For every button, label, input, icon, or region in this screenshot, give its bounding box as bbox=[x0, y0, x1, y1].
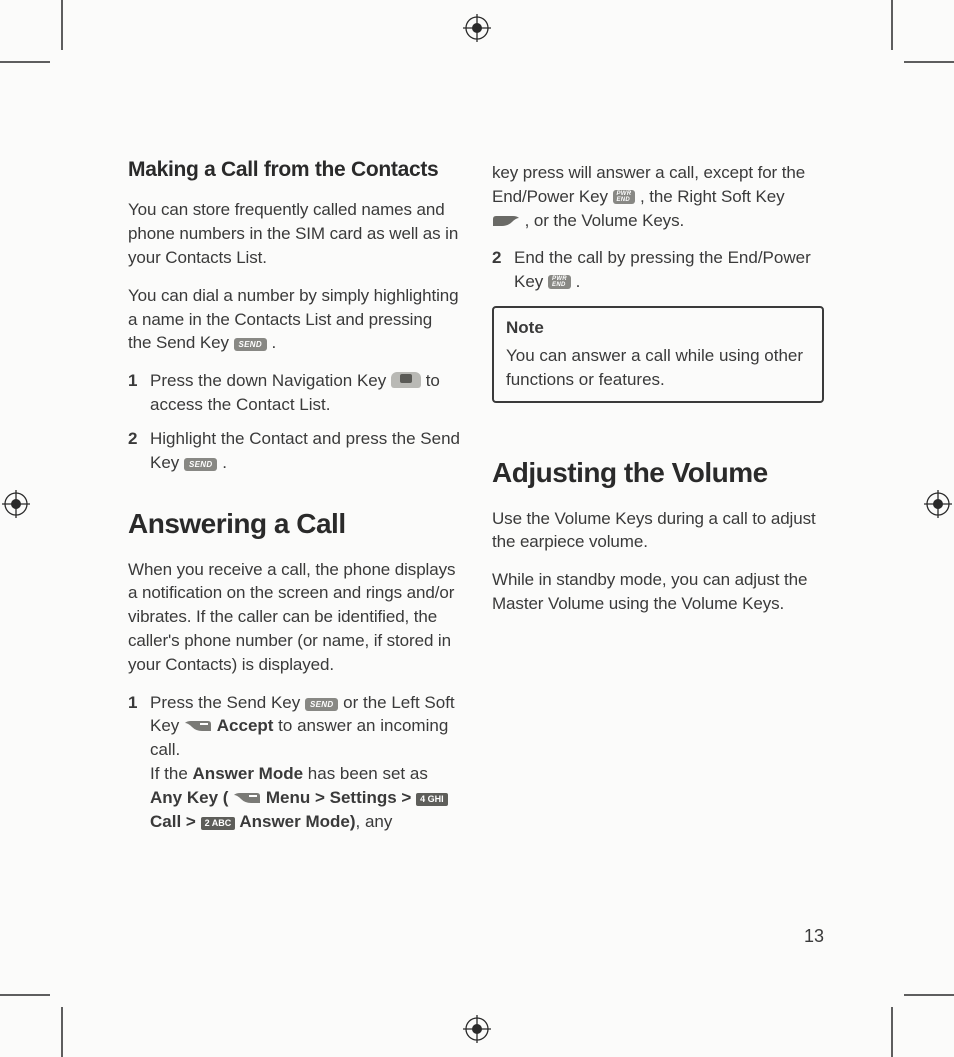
note-title: Note bbox=[506, 316, 810, 340]
body-text: You can store frequently called names an… bbox=[128, 198, 460, 269]
body-text: key press will answer a call, except for… bbox=[492, 161, 824, 232]
heading-answering-call: Answering a Call bbox=[128, 504, 460, 543]
step-text: Press the Send Key SEND or the Left Soft… bbox=[150, 691, 460, 834]
step-text: End the call by pressing the End/Power K… bbox=[514, 246, 824, 294]
step-1: 1 Press the down Navigation Key to acces… bbox=[128, 369, 460, 417]
end-power-key-icon: PWREND bbox=[613, 190, 636, 204]
end-power-key-icon: PWREND bbox=[548, 275, 571, 289]
number-2-key-icon: 2 ABC bbox=[201, 817, 236, 830]
left-soft-key-icon bbox=[233, 792, 261, 804]
page-number: 13 bbox=[804, 926, 824, 947]
subheading-making-call: Making a Call from the Contacts bbox=[128, 155, 460, 184]
registration-mark-icon bbox=[463, 1015, 491, 1043]
note-body: You can answer a call while using other … bbox=[506, 344, 810, 392]
step-1: 1 Press the Send Key SEND or the Left So… bbox=[128, 691, 460, 834]
step-text: Highlight the Contact and press the Send… bbox=[150, 427, 460, 475]
send-key-icon: SEND bbox=[234, 338, 267, 351]
number-4-key-icon: 4 GHI bbox=[416, 793, 448, 806]
step-2: 2 Highlight the Contact and press the Se… bbox=[128, 427, 460, 475]
step-text: Press the down Navigation Key to access … bbox=[150, 369, 460, 417]
registration-mark-icon bbox=[924, 490, 952, 518]
left-column: Making a Call from the Contacts You can … bbox=[128, 155, 460, 843]
send-key-icon: SEND bbox=[184, 458, 217, 471]
body-text: While in standby mode, you can adjust th… bbox=[492, 568, 824, 616]
body-text: When you receive a call, the phone displ… bbox=[128, 558, 460, 677]
heading-adjusting-volume: Adjusting the Volume bbox=[492, 453, 824, 492]
send-key-icon: SEND bbox=[305, 698, 338, 711]
right-column: key press will answer a call, except for… bbox=[492, 155, 824, 843]
body-text: You can dial a number by simply highligh… bbox=[128, 284, 460, 355]
right-soft-key-icon bbox=[492, 215, 520, 227]
registration-mark-icon bbox=[463, 14, 491, 42]
step-number: 2 bbox=[128, 427, 150, 475]
step-number: 2 bbox=[492, 246, 514, 294]
left-soft-key-icon bbox=[184, 720, 212, 732]
navigation-key-icon bbox=[391, 372, 421, 388]
registration-mark-icon bbox=[2, 490, 30, 518]
step-number: 1 bbox=[128, 369, 150, 417]
body-text: Use the Volume Keys during a call to adj… bbox=[492, 507, 824, 555]
step-2: 2 End the call by pressing the End/Power… bbox=[492, 246, 824, 294]
step-number: 1 bbox=[128, 691, 150, 834]
note-box: Note You can answer a call while using o… bbox=[492, 306, 824, 403]
